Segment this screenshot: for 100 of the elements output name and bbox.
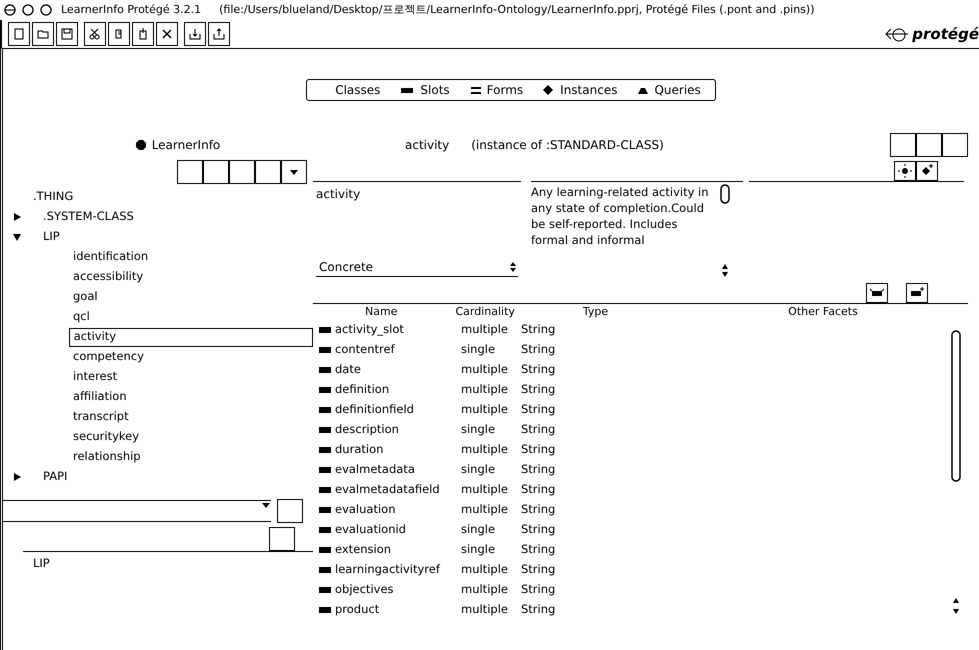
- tree-item[interactable]: qcl: [69, 308, 94, 326]
- toolbar-button[interactable]: [84, 22, 106, 46]
- slot-name[interactable]: evalmetadata: [335, 461, 461, 479]
- tree-item[interactable]: affiliation: [69, 388, 131, 406]
- blank-button[interactable]: [277, 499, 303, 523]
- toolbar-button[interactable]: [184, 22, 206, 46]
- slot-icon: [319, 446, 331, 454]
- toolbar-button[interactable]: [32, 22, 54, 46]
- tree-item[interactable]: accessibility: [69, 268, 148, 286]
- slot-name[interactable]: evalmetadatafield: [335, 481, 461, 499]
- type-cell-text: String: [521, 501, 556, 518]
- tab[interactable]: Queries: [637, 81, 701, 99]
- slot-name[interactable]: description: [335, 421, 461, 439]
- slot-icon: [319, 586, 331, 594]
- scrollbar-thumb[interactable]: [951, 330, 961, 482]
- role-dropdown[interactable]: Concrete: [316, 257, 518, 277]
- add-class-button[interactable]: [916, 161, 938, 181]
- tree-item[interactable]: goal: [69, 288, 102, 306]
- blank-button[interactable]: [203, 160, 229, 184]
- tree-item[interactable]: relationship: [69, 448, 145, 466]
- slot-name[interactable]: definitionfield: [335, 401, 461, 419]
- cardinality-cell-text: multiple: [461, 441, 509, 458]
- file-path: (file:/Users/blueland/Desktop/프로젝트/LearnerInfo-Ontology/LearnerInfo.pprj, Protégé Files (.pont and .pins)): [219, 2, 814, 18]
- remove-class-button[interactable]: [894, 161, 916, 181]
- toolbar-button[interactable]: [108, 22, 130, 46]
- documentation-text: Any learning-related activity in any state of completion.Could be self-reported. Includes formal and informal: [531, 184, 710, 249]
- toolbar-button[interactable]: [156, 22, 178, 46]
- collapsed-triangle-icon[interactable]: [13, 213, 21, 221]
- slot-name[interactable]: learningactivityref: [335, 561, 461, 579]
- type-cell-text: String: [521, 521, 556, 538]
- scroll-up-icon[interactable]: [953, 598, 959, 603]
- blank-button[interactable]: [890, 133, 916, 157]
- scroll-down-icon[interactable]: [722, 272, 728, 277]
- tree-item[interactable]: competency: [69, 348, 148, 366]
- toolbar-button[interactable]: [208, 22, 230, 46]
- minimize-icon[interactable]: [22, 4, 34, 16]
- slot-icon: [319, 606, 331, 614]
- blank-button[interactable]: [916, 133, 942, 157]
- slot-name[interactable]: date: [335, 361, 461, 379]
- column-header[interactable]: Cardinality: [455, 304, 515, 320]
- column-header[interactable]: Type: [582, 304, 608, 320]
- cardinality-cell-text: multiple: [461, 481, 509, 498]
- tree-item[interactable]: securitykey: [69, 428, 144, 446]
- tab[interactable]: Forms: [470, 81, 524, 99]
- slot-name[interactable]: evaluation: [335, 501, 461, 519]
- tree-item[interactable]: transcript: [69, 408, 133, 426]
- scroll-up-icon[interactable]: [722, 264, 728, 269]
- blank-button[interactable]: [942, 133, 968, 157]
- slot-name[interactable]: contentref: [335, 341, 461, 359]
- toolbar-button[interactable]: [8, 22, 30, 46]
- slot-name[interactable]: objectives: [335, 581, 461, 599]
- cardinality-cell-text: single: [461, 421, 496, 438]
- column-header[interactable]: Name: [365, 304, 398, 320]
- tree-item[interactable]: interest: [69, 368, 122, 386]
- tree-item[interactable]: activity: [68, 328, 313, 346]
- new-page-icon: [12, 27, 26, 41]
- slot-name[interactable]: evaluationid: [335, 521, 461, 539]
- slot-minus-icon: [870, 287, 884, 299]
- slot-name[interactable]: definition: [335, 381, 461, 399]
- tab[interactable]: Classes: [335, 81, 380, 99]
- stepper-icon: [508, 260, 518, 274]
- slot-name[interactable]: activity_slot: [335, 321, 461, 339]
- logo-text: protégé: [912, 24, 979, 45]
- superclass-dropdown[interactable]: [3, 500, 271, 522]
- blank-button[interactable]: [177, 160, 203, 184]
- class-name: activity: [405, 137, 450, 154]
- cardinality-cell-text: multiple: [461, 321, 509, 338]
- zoom-icon[interactable]: [40, 4, 52, 16]
- tree-item[interactable]: .THING: [29, 188, 78, 206]
- blank-button[interactable]: [255, 160, 281, 184]
- slot-name[interactable]: product: [335, 601, 461, 619]
- slot-icon: [319, 566, 331, 574]
- remove-slot-button[interactable]: [866, 283, 888, 303]
- dropdown-button[interactable]: [281, 160, 307, 184]
- slot-icon: [319, 346, 331, 354]
- collapsed-triangle-icon[interactable]: [13, 473, 21, 481]
- tree-item[interactable]: LIP: [39, 228, 64, 246]
- toolbar-button[interactable]: [56, 22, 78, 46]
- name-field[interactable]: activity: [313, 182, 521, 203]
- tab[interactable]: Slots: [400, 81, 450, 99]
- close-icon[interactable]: [4, 4, 16, 16]
- slot-name[interactable]: extension: [335, 541, 461, 559]
- scroll-thumb-icon: [720, 182, 730, 204]
- slot-icon: [319, 506, 331, 514]
- blank-button[interactable]: [229, 160, 255, 184]
- superclass-item[interactable]: LIP: [33, 556, 50, 570]
- tree-item[interactable]: PAPI: [39, 468, 72, 486]
- expanded-triangle-icon[interactable]: [13, 233, 21, 241]
- cardinality-cell-text: multiple: [461, 561, 509, 578]
- column-header[interactable]: Other Facets: [788, 304, 858, 320]
- slot-icon: [319, 406, 331, 414]
- scroll-down-icon[interactable]: [953, 609, 959, 614]
- tree-item[interactable]: .SYSTEM-CLASS: [39, 208, 138, 226]
- toolbar-button[interactable]: [132, 22, 154, 46]
- blank-button[interactable]: [269, 527, 295, 551]
- tree-item[interactable]: identification: [69, 248, 152, 266]
- add-slot-button[interactable]: [906, 283, 928, 303]
- cardinality-cell-text: multiple: [461, 581, 509, 598]
- slot-name[interactable]: duration: [335, 441, 461, 459]
- tab[interactable]: Instances: [543, 81, 618, 99]
